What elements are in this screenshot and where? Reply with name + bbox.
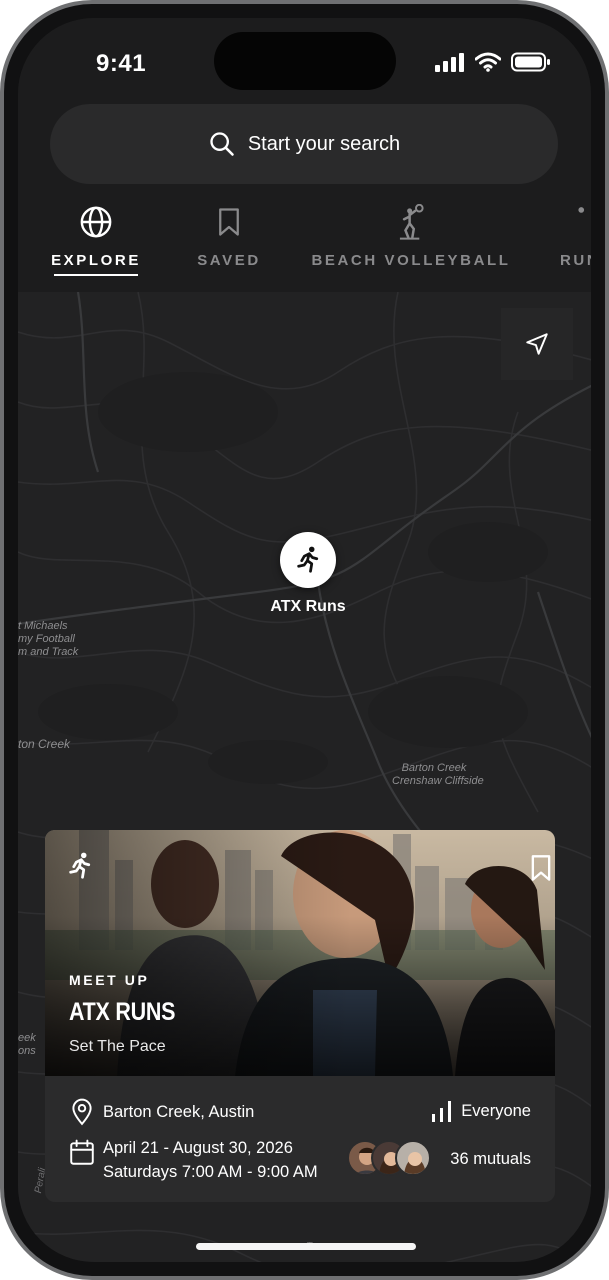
search-icon [210,132,234,156]
event-level: Everyone [431,1100,531,1122]
mutual-avatars[interactable] [347,1140,431,1176]
mutuals-count: 36 mutuals [450,1150,531,1169]
calendar-icon [70,1139,94,1165]
phone-bezel: t Michaels my Football m and Track ton C… [4,4,605,1276]
volleyball-player-icon [399,204,424,240]
locate-me-button[interactable] [501,308,573,380]
search-placeholder: Start your search [247,132,401,155]
status-time: 9:41 [96,50,147,77]
event-tagline: Set The Pace [69,1038,166,1055]
wifi-icon [475,52,501,72]
navigation-arrow-icon [526,333,548,355]
event-title: ATX RUNS [69,998,176,1026]
map-label-left-edge: eek ons [18,1032,36,1057]
map-label-barton-creek-cliffside: Barton Creek Crenshaw Cliffside [392,762,484,787]
location-text: Barton Creek, Austin [103,1102,255,1121]
screen: t Michaels my Football m and Track ton C… [18,18,591,1262]
event-location: Barton Creek, Austin [69,1098,254,1126]
category-tabs: EXPLORE SAVED BEACH VOLLEYBALL RU [18,202,591,282]
map-label-st-michaels: t Michaels my Football m and Track [18,620,79,658]
dynamic-island [214,32,396,90]
tab-explore[interactable]: EXPLORE [51,202,141,269]
level-bars-icon [432,1101,452,1122]
runner-icon [297,546,319,573]
cellular-signal-icon [435,53,464,72]
mutuals-text: 36 mutuals [450,1150,531,1168]
tab-label: BEACH VOLLEYBALL [311,252,511,269]
tab-label: SAVED [197,252,261,269]
dates-text: April 21 - August 30, 2026 [103,1139,293,1157]
status-icons [435,52,551,72]
location-pin-icon [72,1098,92,1126]
schedule-text: Saturdays 7:00 AM - 9:00 AM [103,1163,318,1181]
search-bar[interactable]: Start your search [50,104,558,184]
home-indicator[interactable] [196,1243,416,1250]
map-pin-label[interactable]: ATX Runs [238,598,378,616]
bookmark-icon [219,208,239,236]
avatar [395,1140,431,1176]
map-pin-atx-runs[interactable] [280,532,336,588]
header: 9:41 Start your search EXPLORE SAVED BEA… [18,18,591,292]
event-photo: MEET UP ATX RUNS Set The Pace [45,830,555,1076]
tab-label: RUN [560,252,591,269]
event-details: Barton Creek, Austin Everyone April 21 -… [45,1076,555,1202]
event-dates: April 21 - August 30, 2026 Saturdays 7:0… [69,1138,318,1182]
active-tab-indicator [54,274,138,276]
tab-beach-volleyball[interactable]: BEACH VOLLEYBALL [311,202,508,269]
event-type: MEET UP [69,972,150,988]
map-label-barton-creek: ton Creek [18,737,71,751]
level-text: Everyone [461,1101,531,1120]
tab-saved[interactable]: SAVED [184,202,274,269]
status-bar: 9:41 [18,18,591,108]
tab-label: EXPLORE [51,252,141,269]
battery-icon [511,52,550,72]
runner-icon [578,207,585,213]
bookmark-icon [531,855,551,881]
tab-run[interactable]: RUN [560,202,591,269]
phone-frame: t Michaels my Football m and Track ton C… [0,0,609,1280]
event-card[interactable]: MEET UP ATX RUNS Set The Pace Barton Cre… [45,830,555,1202]
globe-icon [80,206,112,238]
